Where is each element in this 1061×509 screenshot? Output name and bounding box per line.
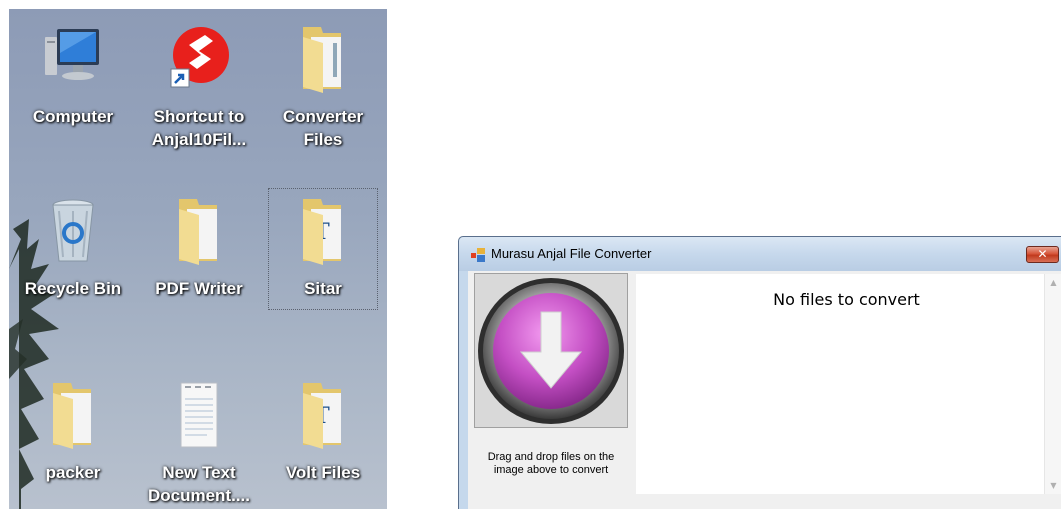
scroll-up-icon[interactable]: ▲	[1045, 274, 1061, 291]
status-text: No files to convert	[773, 290, 920, 309]
desktop-icon-new-text-document[interactable]: New Text Document....	[145, 373, 253, 505]
computer-icon	[45, 29, 99, 80]
app-icon	[471, 248, 485, 262]
desktop-icon-pdf-writer[interactable]: PDF Writer	[145, 189, 253, 309]
close-button[interactable]: ✕	[1026, 246, 1059, 263]
folder-icon	[303, 27, 341, 93]
download-arrow-icon	[478, 278, 624, 424]
desktop-icon-label: PDF Writer	[155, 279, 243, 298]
recycle-bin-icon	[52, 199, 94, 262]
window-client-area: Drag and drop files on the image above t…	[468, 271, 1061, 509]
window-title: Murasu Anjal File Converter	[491, 246, 652, 261]
desktop-icon-packer[interactable]: packer	[19, 373, 127, 493]
converter-window: Murasu Anjal File Converter ✕ Drag and d…	[458, 236, 1061, 509]
text-document-icon	[180, 382, 218, 448]
desktop-icon-converter-files[interactable]: Converter Files	[269, 17, 377, 149]
folder-icon: T	[303, 383, 341, 449]
vertical-scrollbar[interactable]: ▲ ▼	[1044, 274, 1061, 494]
desktop-icon-volt-files[interactable]: T Volt Files	[269, 373, 377, 493]
desktop: Computer Shortcut to Anjal10Fil... Conve…	[9, 9, 387, 509]
desktop-icon-label: Shortcut to Anjal10Fil...	[151, 107, 247, 149]
desktop-icon-label: New Text Document....	[147, 463, 250, 505]
drop-target-image[interactable]	[474, 273, 628, 428]
drop-hint-text: Drag and drop files on the image above t…	[487, 451, 615, 476]
status-list[interactable]: No files to convert	[636, 274, 1057, 494]
folder-icon	[53, 383, 91, 449]
desktop-icon-sitar[interactable]: T Sitar	[268, 188, 378, 310]
desktop-icon-label: Computer	[32, 107, 114, 126]
drop-pane: Drag and drop files on the image above t…	[474, 273, 628, 493]
desktop-icon-label: Recycle Bin	[24, 279, 122, 298]
desktop-icon-recycle-bin[interactable]: Recycle Bin	[19, 189, 127, 309]
scroll-down-icon[interactable]: ▼	[1045, 477, 1061, 494]
desktop-icon-label: Converter Files	[282, 107, 364, 149]
desktop-icon-label: Sitar	[304, 279, 342, 298]
folder-icon	[179, 199, 217, 265]
desktop-icon-label: packer	[45, 463, 101, 482]
desktop-icon-anjal-shortcut[interactable]: Shortcut to Anjal10Fil...	[145, 17, 253, 149]
folder-icon: T	[303, 199, 341, 265]
desktop-icon-computer[interactable]: Computer	[19, 17, 127, 137]
title-bar[interactable]: Murasu Anjal File Converter ✕	[459, 237, 1061, 271]
desktop-icon-label: Volt Files	[285, 463, 361, 482]
anjal-shortcut-icon	[170, 27, 229, 88]
